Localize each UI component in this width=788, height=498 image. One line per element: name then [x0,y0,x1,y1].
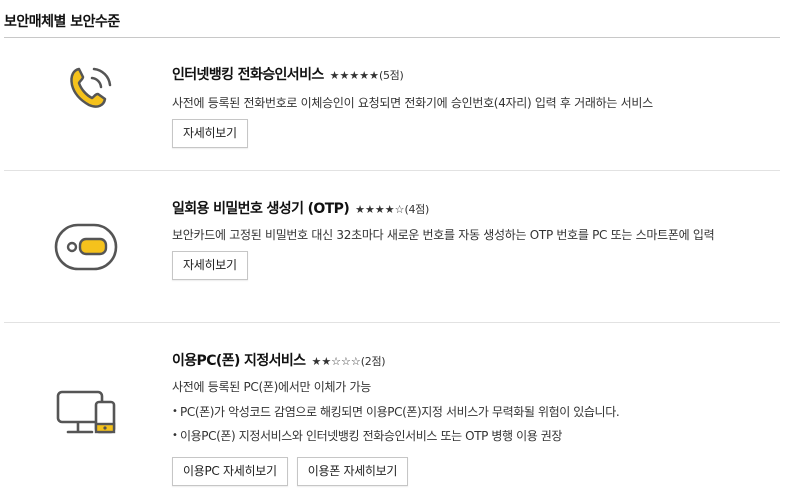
item-description: 사전에 등록된 전화번호로 이체승인이 요청되면 전화기에 승인번호(4자리) … [172,96,653,110]
star-rating: ★★☆☆☆ [311,355,361,368]
item-description: 사전에 등록된 PC(폰)에서만 이체가 가능 [172,380,371,394]
item-description: 보안카드에 고정된 비밀번호 대신 32초마다 새로운 번호를 자동 생성하는 … [172,228,715,242]
section-title: 보안매체별 보안수준 [4,14,120,30]
item-title: 일회용 비밀번호 생성기 (OTP) [172,201,350,217]
bullet-text: PC(폰)가 악성코드 감염으로 해킹되면 이용PC(폰)지정 서비스가 무력화… [180,405,620,419]
bullet-item: • 이용PC(폰) 지정서비스와 인터넷뱅킹 전화승인서비스 또는 OTP 병행… [172,429,563,443]
item-title: 인터넷뱅킹 전화승인서비스 [172,67,324,83]
otp-token-icon [52,209,124,281]
section-title-rule [4,37,780,38]
item-score: (2점) [360,355,386,368]
pc-phone-icon [52,384,124,456]
item-score: (5점) [378,69,404,82]
security-item-otp: 일회용 비밀번호 생성기 (OTP) ★★★★☆ (4점) 보안카드에 고정된 … [172,198,772,280]
pc-details-button[interactable]: 이용PC 자세히보기 [172,457,288,486]
security-item-phone-approval: 인터넷뱅킹 전화승인서비스 ★★★★★ (5점) 사전에 등록된 전화번호로 이… [172,64,653,148]
phone-details-button[interactable]: 이용폰 자세히보기 [296,457,409,486]
phone-icon [52,56,124,128]
details-button[interactable]: 자세히보기 [172,119,248,148]
details-button[interactable]: 자세히보기 [172,251,248,280]
item-title: 이용PC(폰) 지정서비스 [172,353,306,369]
divider [4,322,780,323]
bullet-item: • PC(폰)가 악성코드 감염으로 해킹되면 이용PC(폰)지정 서비스가 무… [172,405,620,419]
star-rating: ★★★★★ [329,69,379,82]
bullet-text: 이용PC(폰) 지정서비스와 인터넷뱅킹 전화승인서비스 또는 OTP 병행 이… [180,429,563,443]
item-score: (4점) [404,203,429,216]
security-item-designated-pc: 이용PC(폰) 지정서비스 ★★☆☆☆ (2점) 사전에 등록된 PC(폰)에서… [172,350,620,486]
divider [4,170,780,171]
star-rating: ★★★★☆ [355,203,405,216]
